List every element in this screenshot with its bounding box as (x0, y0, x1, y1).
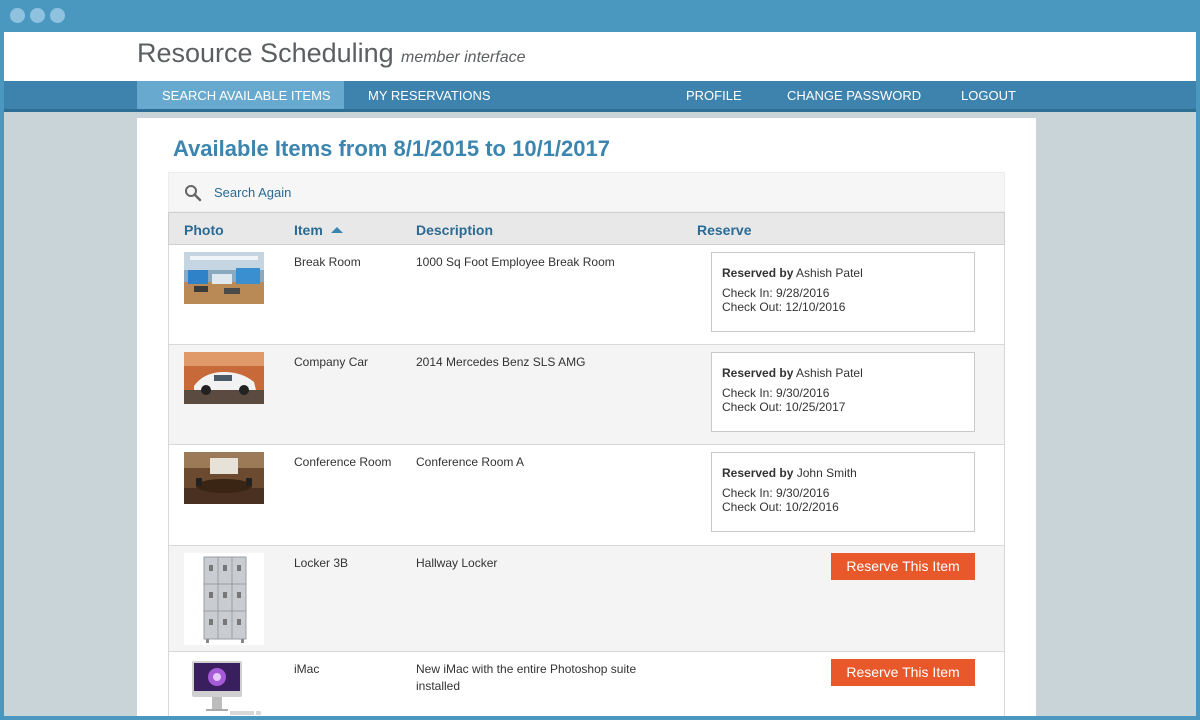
check-out-date: Check Out: 10/25/2017 (722, 400, 846, 414)
column-header-photo: Photo (184, 222, 224, 238)
reserved-by-label: Reserved by (722, 266, 794, 280)
column-header-reserve: Reserve (697, 222, 752, 238)
item-name: Locker 3B (294, 556, 349, 570)
reservation-info: Reserved by Ashish Patel Check In: 9/30/… (711, 352, 975, 432)
check-out-date: Check Out: 10/2/2016 (722, 500, 839, 514)
maximize-window-button[interactable] (50, 8, 65, 23)
item-photo-company-car (184, 352, 264, 404)
item-photo-break-room (184, 252, 264, 304)
item-description: Conference Room A (416, 455, 525, 469)
search-icon (185, 185, 202, 202)
sort-ascending-icon (330, 227, 343, 233)
nav-search-available-items[interactable]: SEARCH AVAILABLE ITEMS (137, 81, 344, 109)
column-header-item[interactable]: Item (294, 222, 343, 238)
table-row: iMac New iMac with the entire Photoshop … (168, 652, 1005, 716)
item-description: 2014 Mercedes Benz SLS AMG (416, 355, 586, 369)
table-row: Company Car 2014 Mercedes Benz SLS AMG R… (168, 345, 1005, 445)
app-header: Resource Scheduling member interface (4, 32, 1196, 81)
nav-my-reservations[interactable]: MY RESERVATIONS (368, 81, 491, 109)
item-name: Company Car (294, 355, 369, 369)
reserve-item-button[interactable]: Reserve This Item (831, 659, 975, 686)
column-header-description: Description (416, 222, 494, 238)
item-name: Break Room (294, 255, 361, 269)
check-in-date: Check In: 9/28/2016 (722, 286, 830, 300)
search-again-bar: Search Again (168, 172, 1005, 212)
table-header: Photo Item Description Reserve (168, 212, 1005, 245)
item-photo-imac (184, 659, 264, 716)
item-photo-locker (184, 553, 264, 645)
check-out-date: Check Out: 12/10/2016 (722, 300, 846, 314)
item-description: 1000 Sq Foot Employee Break Room (416, 255, 615, 269)
check-in-date: Check In: 9/30/2016 (722, 486, 830, 500)
app-subtitle: member interface (401, 49, 526, 66)
nav-profile[interactable]: PROFILE (686, 81, 742, 109)
check-in-date: Check In: 9/30/2016 (722, 386, 830, 400)
close-window-button[interactable] (10, 8, 25, 23)
minimize-window-button[interactable] (30, 8, 45, 23)
reservation-info: Reserved by John Smith Check In: 9/30/20… (711, 452, 975, 532)
reserved-by-name: Ashish Patel (796, 266, 863, 280)
table-row: Locker 3B Hallway Locker Reserve This It… (168, 546, 1005, 652)
column-header-item-label: Item (294, 222, 323, 238)
app-title: Resource Scheduling (137, 38, 394, 68)
nav-change-password[interactable]: CHANGE PASSWORD (787, 81, 921, 109)
content-panel: Available Items from 8/1/2015 to 10/1/20… (137, 118, 1036, 716)
reserve-item-button[interactable]: Reserve This Item (831, 553, 975, 580)
reservation-info: Reserved by Ashish Patel Check In: 9/28/… (711, 252, 975, 332)
item-name: Conference Room (294, 455, 392, 469)
table-row: Conference Room Conference Room A Reserv… (168, 445, 1005, 546)
nav-logout[interactable]: LOGOUT (961, 81, 1016, 109)
window-titlebar (0, 0, 1200, 32)
main-nav: SEARCH AVAILABLE ITEMS MY RESERVATIONS P… (4, 81, 1196, 112)
page-title: Available Items from 8/1/2015 to 10/1/20… (173, 136, 610, 161)
item-description: Hallway Locker (416, 556, 498, 570)
search-again-link[interactable]: Search Again (214, 185, 291, 200)
item-name: iMac (294, 662, 320, 676)
items-table: Photo Item Description Reserve Break Roo… (168, 212, 1005, 716)
table-row: Break Room 1000 Sq Foot Employee Break R… (168, 245, 1005, 345)
item-description: New iMac with the entire Photoshop suite… (416, 662, 637, 693)
reserved-by-label: Reserved by (722, 466, 794, 480)
item-photo-conference-room (184, 452, 264, 504)
reserved-by-name: Ashish Patel (796, 366, 863, 380)
reserved-by-name: John Smith (796, 466, 857, 480)
reserved-by-label: Reserved by (722, 366, 794, 380)
browser-window: Resource Scheduling member interface SEA… (4, 32, 1196, 716)
